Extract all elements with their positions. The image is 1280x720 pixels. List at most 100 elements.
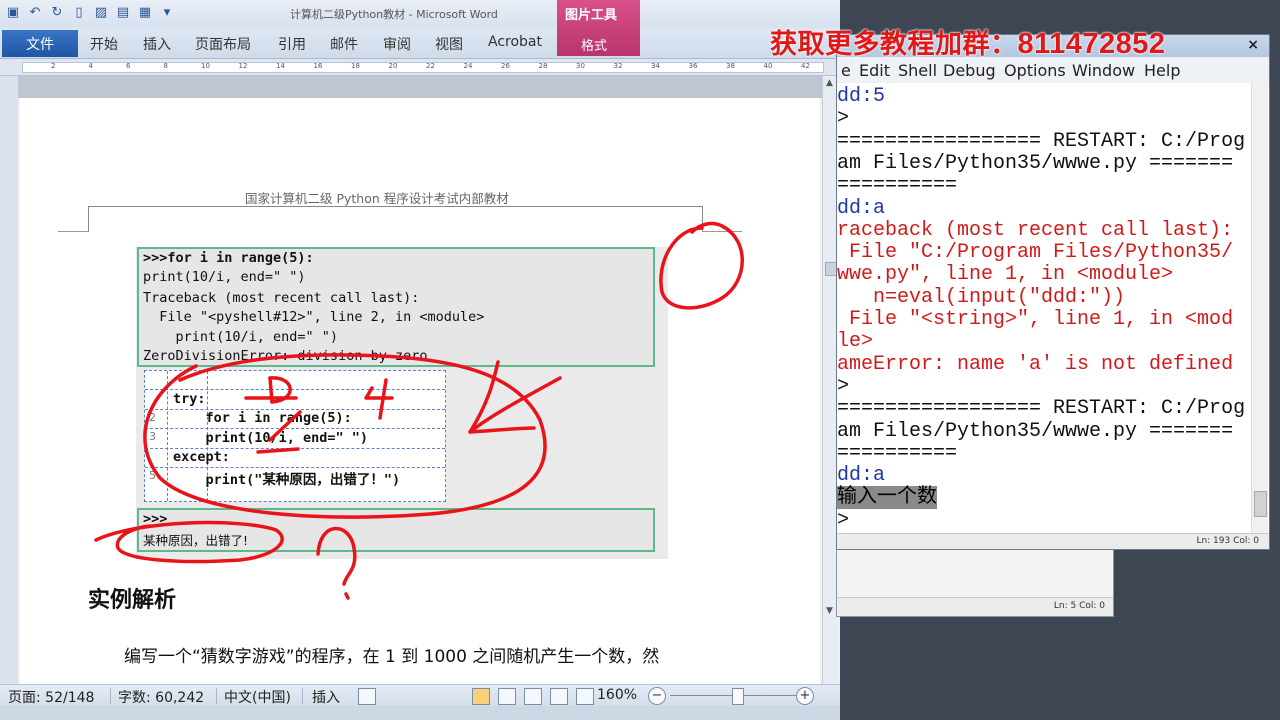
shell-line: ================= RESTART: C:/Prog: [837, 129, 1246, 153]
ribbon-tabs: 文件 开始 插入 页面布局 引用 邮件 审阅 视图 Acrobat: [0, 28, 840, 59]
zoom-in-button[interactable]: +: [796, 687, 814, 705]
shell-line: n=eval(input("ddd:")): [837, 285, 1126, 309]
status-separator: [216, 688, 217, 704]
picture-icon[interactable]: ▨: [92, 3, 110, 21]
shell-line: File "C:/Program Files/Python35/: [837, 241, 1234, 265]
idle-shell-window[interactable]: × e Edit Shell Debug Options Window Help…: [836, 34, 1270, 550]
picture-tools-label: 图片工具: [565, 8, 618, 23]
status-separator: [110, 688, 111, 704]
undo-icon[interactable]: ↶: [26, 3, 44, 21]
menu-options[interactable]: Options: [1004, 61, 1066, 80]
shell-line: dd:a: [837, 464, 886, 488]
idle-shell-output[interactable]: dd:5 > ================= RESTART: C:/Prog a…: [837, 83, 1251, 533]
idle-line-col: Ln: 193 Col: 0: [1196, 536, 1259, 546]
tab-view[interactable]: 视图: [435, 34, 463, 54]
word-title-bar: ▣ ↶ ↻ ▯ ▨ ▤ ▦ ▾ 计算机二级Python教材 - Microsof…: [0, 0, 840, 28]
code-block-error-output: >>>for i in range(5): print(10/i, end=" …: [137, 247, 655, 367]
horizontal-ruler[interactable]: 2 4 6 8 10 12 14 16 18 20 22 24 26 28 30 32 34 36 38 40 42: [0, 59, 840, 76]
menu-file[interactable]: e: [841, 61, 851, 80]
redo-icon[interactable]: ↻: [48, 3, 66, 21]
ruler-number: 6: [126, 62, 131, 70]
picture-tools-context-tab[interactable]: 图片工具 格式: [557, 0, 640, 56]
shell-line: am Files/Python35/wwwe.py =======: [837, 151, 1234, 175]
menu-edit[interactable]: Edit: [859, 61, 890, 80]
shell-line: ameError: name 'a' is not defined: [837, 352, 1234, 376]
status-language[interactable]: 中文(中国): [224, 687, 291, 707]
idle-status-bar: Ln: 193 Col: 0: [837, 533, 1269, 549]
header-corner-right: [702, 206, 703, 232]
shell-line: >: [837, 374, 850, 398]
tab-insert[interactable]: 插入: [143, 34, 171, 54]
document-page[interactable]: 国家计算机二级 Python 程序设计考试内部教材 >>>for i in ra…: [20, 98, 820, 684]
ruler-number: 40: [763, 62, 773, 70]
web-layout-icon[interactable]: [524, 688, 542, 705]
print-layout-view-icon[interactable]: [472, 688, 490, 705]
line-number: 3: [149, 430, 156, 443]
ruler-number: 2: [51, 62, 56, 70]
shell-line: wwe.py", line 1, in <module>: [837, 263, 1174, 287]
ruler-number: 30: [576, 62, 585, 70]
ruler-number: 16: [313, 62, 323, 70]
menu-shell[interactable]: Shell: [898, 61, 937, 80]
code-block-try-except: 2 3 5 try: for i in range(5): print(10/i…: [144, 370, 446, 502]
outline-view-icon[interactable]: [550, 688, 568, 705]
idle-scroll-thumb[interactable]: [1254, 491, 1267, 517]
save-icon[interactable]: ▤: [114, 3, 132, 21]
shell-line: >: [837, 107, 850, 131]
tab-review[interactable]: 审阅: [383, 34, 411, 54]
header-corner-right-tick: [702, 231, 742, 232]
ruler-number: 22: [426, 62, 435, 70]
header-corner-left: [88, 206, 89, 232]
word-app-icon[interactable]: ▣: [4, 3, 22, 21]
promo-banner: 获取更多教程加群：811472852: [770, 22, 1166, 61]
line-number: 5: [149, 469, 156, 482]
tab-home[interactable]: 开始: [90, 34, 118, 54]
word-status-bar: 页面: 52/148 字数: 60,242 中文(中国) 插入 160% − +: [0, 684, 840, 707]
ruler-number: 8: [163, 62, 168, 70]
idle-back-status-bar: Ln: 5 Col: 0: [837, 597, 1113, 616]
macro-record-icon[interactable]: [358, 688, 376, 705]
full-screen-reading-icon[interactable]: [498, 688, 516, 705]
tab-acrobat[interactable]: Acrobat: [488, 34, 542, 50]
code-block-run-output: >>> 某种原因，出错了!: [137, 508, 655, 552]
zoom-slider-thumb[interactable]: [732, 688, 744, 705]
code-line: >>>: [143, 511, 168, 527]
status-insert-mode[interactable]: 插入: [312, 687, 340, 707]
page-gap: [18, 76, 822, 98]
shell-line: am Files/Python35/wwwe.py =======: [837, 419, 1234, 443]
header-corner-left-tick: [58, 231, 88, 232]
status-page[interactable]: 页面: 52/148: [8, 687, 94, 707]
tab-references[interactable]: 引用: [278, 34, 306, 54]
tab-page-layout[interactable]: 页面布局: [195, 34, 251, 54]
idle-vertical-scrollbar[interactable]: [1251, 83, 1268, 533]
customize-toolbar-icon[interactable]: ▾: [158, 3, 176, 21]
menu-help[interactable]: Help: [1144, 61, 1180, 80]
vertical-ruler: [0, 76, 18, 684]
tab-file[interactable]: 文件: [2, 30, 78, 57]
selected-text[interactable]: 输入一个数: [837, 486, 937, 510]
menu-debug[interactable]: Debug: [943, 61, 996, 80]
new-document-icon[interactable]: ▯: [70, 3, 88, 21]
menu-window[interactable]: Window: [1072, 61, 1135, 80]
shell-line: raceback (most recent call last):: [837, 218, 1234, 242]
idle-editor-window-back[interactable]: Ln: 5 Col: 0: [836, 545, 1114, 617]
tab-mailings[interactable]: 邮件: [330, 34, 358, 54]
ruler-number: 34: [651, 62, 660, 70]
print-preview-icon[interactable]: ▦: [136, 3, 154, 21]
ruler-number: 4: [88, 62, 93, 70]
zoom-level[interactable]: 160%: [597, 687, 637, 703]
close-icon[interactable]: ×: [1247, 37, 1259, 53]
scroll-down-icon[interactable]: ▼: [826, 606, 833, 616]
shell-line: ==========: [837, 174, 958, 198]
shell-line: dd:a: [837, 196, 886, 220]
zoom-out-button[interactable]: −: [648, 687, 666, 705]
document-title: 计算机二级Python教材 - Microsoft Word: [290, 8, 498, 21]
code-line: except:: [173, 449, 230, 465]
status-word-count[interactable]: 字数: 60,242: [118, 687, 204, 707]
row-divider: [145, 389, 445, 390]
draft-view-icon[interactable]: [576, 688, 594, 705]
code-line: print(10/i, end=" "): [143, 269, 306, 285]
scroll-up-icon[interactable]: ▲: [826, 78, 833, 88]
tab-format[interactable]: 格式: [581, 35, 607, 54]
shell-line: dd:5: [837, 85, 886, 108]
